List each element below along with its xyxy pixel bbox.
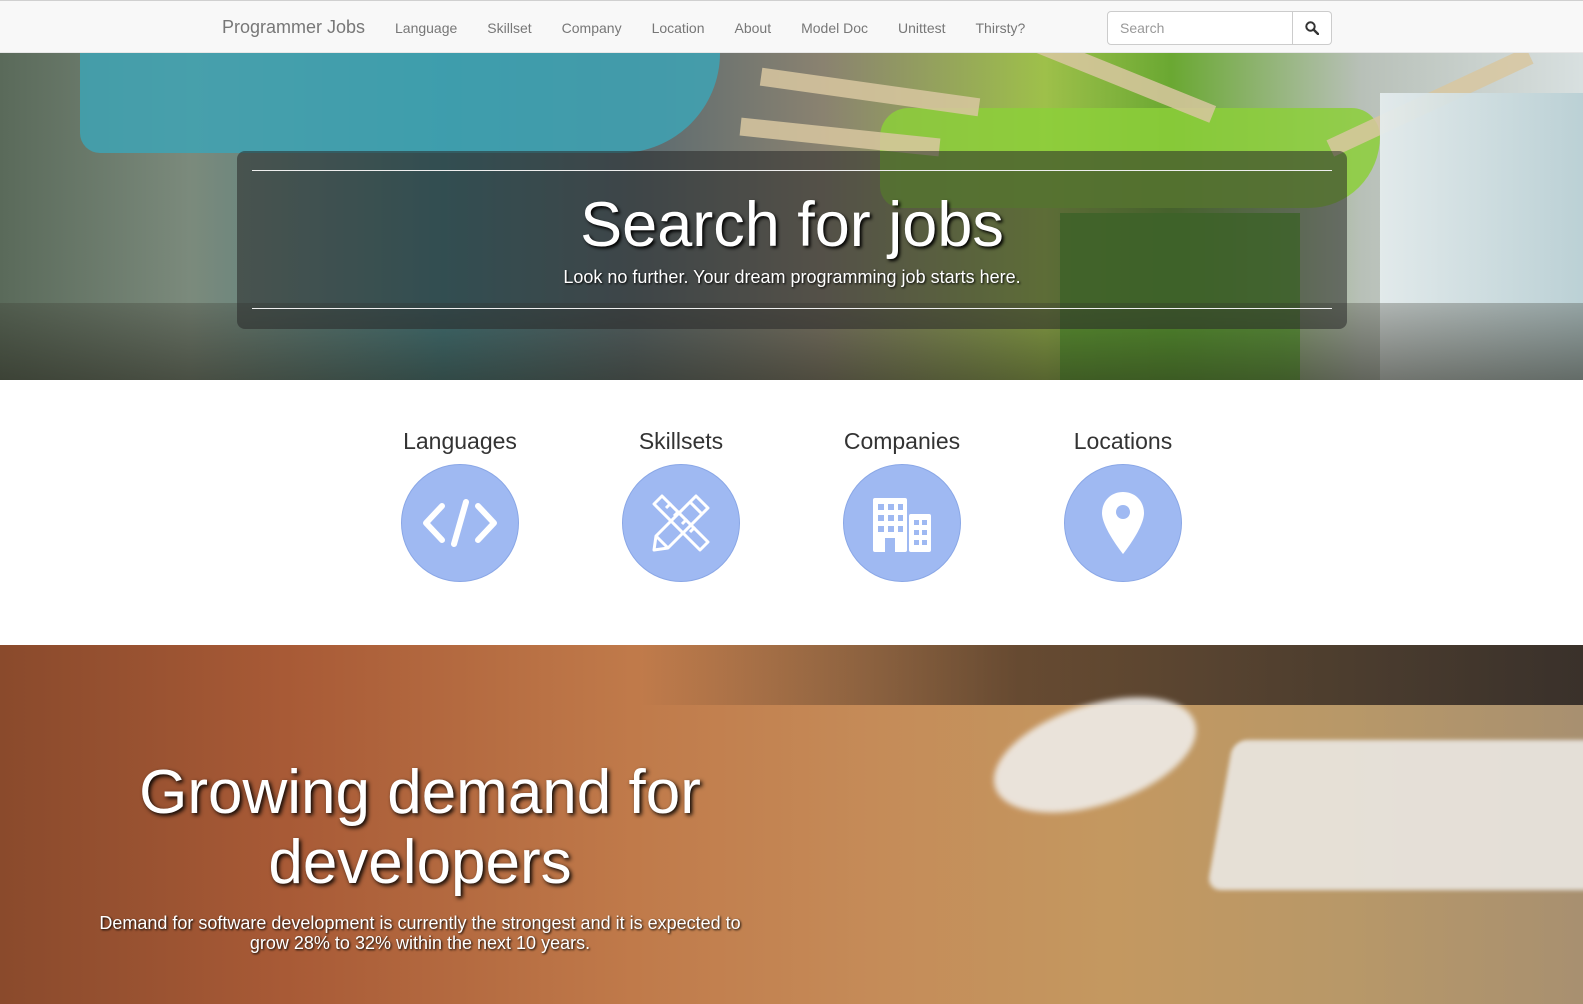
hero-banner: Search for jobs Look no further. Your dr… bbox=[0, 53, 1583, 380]
demand-background-keyboard bbox=[1206, 740, 1583, 890]
buildings-icon bbox=[873, 498, 931, 552]
demand-text: Demand for software development is curre… bbox=[99, 913, 741, 953]
nav-link-about[interactable]: About bbox=[720, 20, 787, 36]
category-circle[interactable] bbox=[1064, 464, 1182, 582]
category-label: Skillsets bbox=[638, 428, 724, 454]
demand-title: Growing demand for developers bbox=[139, 758, 701, 897]
search-input[interactable] bbox=[1107, 11, 1293, 45]
nav-link-language[interactable]: Language bbox=[380, 20, 472, 36]
hero-divider-top bbox=[252, 170, 1332, 171]
pencil-ruler-icon bbox=[652, 494, 710, 552]
category-label: Languages bbox=[403, 428, 517, 454]
category-circle[interactable] bbox=[401, 464, 519, 582]
hero-title: Search for jobs bbox=[580, 190, 1004, 260]
navbar: Programmer Jobs Language Skillset Compan… bbox=[0, 0, 1583, 53]
category-circle[interactable] bbox=[843, 464, 961, 582]
hero-divider-bottom bbox=[252, 308, 1332, 309]
category-skillsets[interactable]: Skillsets bbox=[601, 426, 761, 582]
nav-link-unittest[interactable]: Unittest bbox=[883, 20, 960, 36]
nav-link-thirsty[interactable]: Thirsty? bbox=[961, 20, 1041, 36]
hero-background-slat bbox=[759, 67, 981, 117]
search-icon bbox=[1305, 21, 1319, 35]
category-companies[interactable]: Companies bbox=[822, 426, 982, 582]
category-locations[interactable]: Locations bbox=[1043, 426, 1203, 582]
category-section: Languages Skillsets Companies Locations bbox=[0, 380, 1583, 645]
code-icon bbox=[423, 499, 497, 547]
brand-link[interactable]: Programmer Jobs bbox=[222, 17, 365, 38]
nav-link-skillset[interactable]: Skillset bbox=[472, 20, 546, 36]
search-button[interactable] bbox=[1293, 11, 1332, 45]
map-pin-icon bbox=[1102, 492, 1144, 554]
demand-background-shadow bbox=[640, 645, 1583, 705]
category-languages[interactable]: Languages bbox=[380, 426, 540, 582]
hero-subtitle: Look no further. Your dream programming … bbox=[563, 267, 1021, 287]
hero-background-ceiling bbox=[80, 53, 720, 153]
category-label: Locations bbox=[1073, 428, 1173, 454]
demand-section: Growing demand for developers Demand for… bbox=[0, 645, 1583, 1004]
nav-links: Language Skillset Company Location About… bbox=[380, 1, 1040, 54]
nav-link-location[interactable]: Location bbox=[637, 20, 720, 36]
category-label: Companies bbox=[843, 428, 961, 454]
search-form bbox=[1107, 11, 1332, 45]
nav-link-company[interactable]: Company bbox=[547, 20, 637, 36]
hero-panel: Search for jobs Look no further. Your dr… bbox=[237, 151, 1347, 329]
nav-link-model-doc[interactable]: Model Doc bbox=[786, 20, 883, 36]
category-circle[interactable] bbox=[622, 464, 740, 582]
